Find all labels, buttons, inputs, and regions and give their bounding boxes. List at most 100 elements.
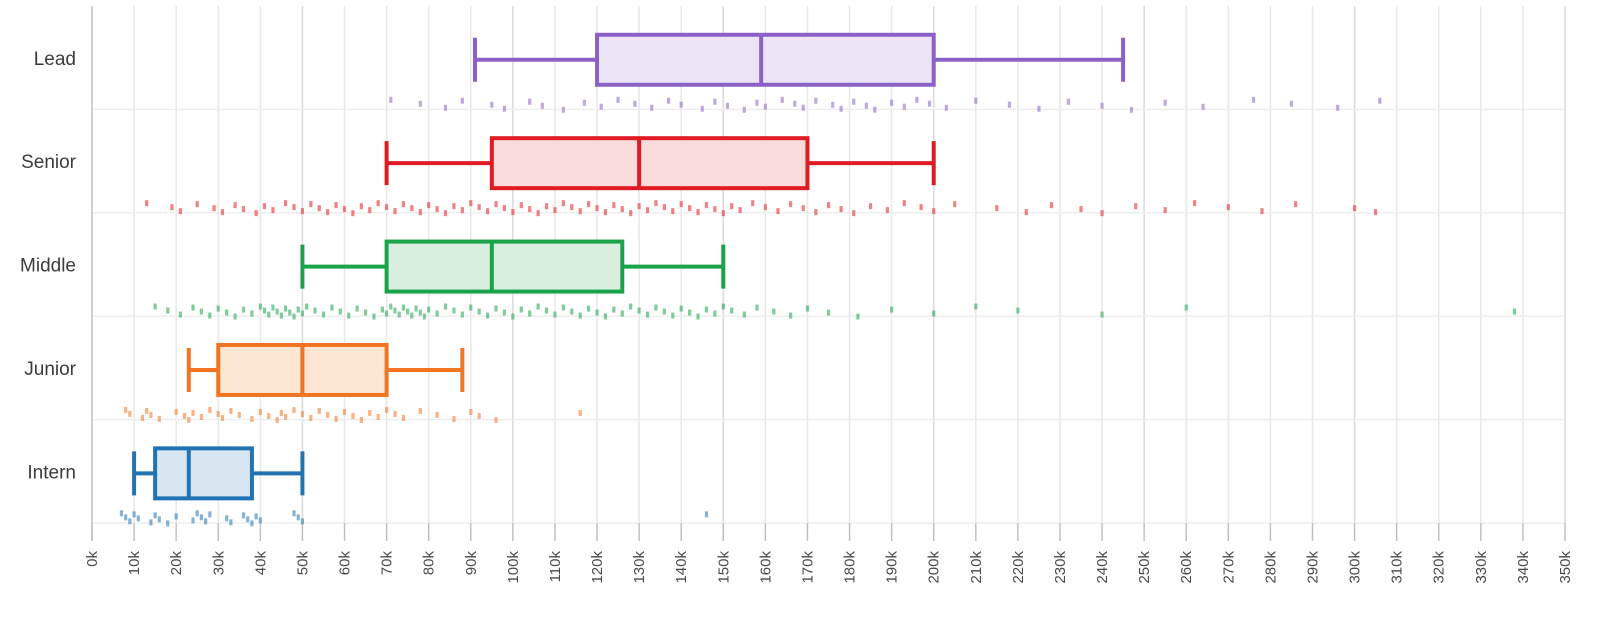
data-point: [679, 201, 683, 208]
data-point: [191, 517, 195, 524]
xtick-label-330k: 330k: [1473, 551, 1490, 584]
xtick-label-210k: 210k: [968, 551, 985, 584]
data-point: [199, 514, 204, 521]
data-point: [852, 210, 856, 217]
data-point: [1289, 100, 1294, 107]
data-point: [389, 303, 393, 310]
data-point: [826, 202, 831, 209]
data-point: [418, 309, 422, 316]
data-point: [275, 416, 279, 423]
box-group-intern[interactable]: [132, 446, 305, 501]
data-point: [1251, 96, 1256, 103]
data-point: [595, 309, 599, 316]
data-point: [153, 512, 157, 519]
data-point: [995, 205, 999, 212]
box-lead[interactable]: [595, 32, 936, 87]
data-point: [410, 312, 414, 319]
data-point: [418, 100, 422, 107]
xtick-label-100k: 100k: [505, 551, 522, 584]
data-point: [713, 206, 717, 213]
data-point: [704, 511, 709, 518]
data-point: [780, 96, 784, 103]
data-point: [587, 305, 591, 312]
data-point: [246, 516, 250, 523]
data-point: [587, 201, 591, 208]
data-point: [178, 208, 182, 215]
category-label-middle: Middle: [20, 256, 76, 277]
data-point: [814, 97, 818, 104]
point-strip-lead: [389, 96, 1382, 113]
data-point: [427, 306, 431, 313]
data-point: [919, 204, 923, 211]
data-point: [359, 416, 363, 423]
box-group-middle[interactable]: [300, 239, 726, 294]
data-point: [317, 205, 321, 212]
data-point: [254, 210, 258, 217]
box-group-senior[interactable]: [384, 136, 936, 191]
data-point: [174, 408, 178, 415]
data-point: [536, 303, 540, 310]
data-point: [519, 202, 523, 209]
data-point: [372, 313, 376, 320]
data-point: [890, 99, 894, 106]
data-point: [927, 100, 932, 107]
data-point: [443, 104, 448, 111]
data-point: [401, 201, 406, 208]
data-point: [136, 515, 140, 522]
data-point: [612, 306, 616, 313]
data-point: [401, 304, 406, 311]
box-middle[interactable]: [384, 239, 625, 294]
data-point: [814, 209, 818, 216]
data-point: [662, 204, 666, 211]
xtick-label-40k: 40k: [252, 551, 269, 576]
xtick-label-200k: 200k: [926, 551, 943, 584]
xtick-label-90k: 90k: [463, 551, 480, 576]
data-point: [225, 309, 229, 316]
data-point: [885, 207, 890, 214]
box-senior[interactable]: [489, 136, 810, 191]
data-point: [873, 106, 877, 113]
data-point: [730, 203, 734, 210]
data-point: [772, 308, 776, 315]
point-strip-middle: [153, 303, 1517, 320]
data-point: [422, 313, 427, 320]
data-point: [1260, 208, 1264, 215]
data-point: [178, 311, 182, 318]
data-point: [326, 209, 330, 216]
xtick-label-220k: 220k: [1010, 551, 1027, 584]
data-point: [317, 407, 321, 414]
data-point: [629, 210, 633, 217]
data-point: [1100, 210, 1104, 217]
chart-canvas: 0k 10k 20k 30k 40k 50k 60k 70k 80k 90k 100k 110k 120…: [20, 6, 1574, 584]
data-point: [406, 308, 410, 315]
data-point: [511, 209, 515, 216]
data-point: [486, 208, 490, 215]
data-point: [654, 304, 658, 311]
data-point: [789, 312, 793, 319]
data-point: [258, 303, 262, 310]
data-point: [443, 303, 448, 310]
data-point: [700, 105, 704, 112]
data-point: [220, 414, 225, 421]
data-point: [1374, 209, 1378, 216]
data-point: [544, 203, 549, 210]
data-point: [262, 307, 267, 314]
box-intern[interactable]: [153, 446, 254, 501]
data-point: [300, 208, 305, 215]
data-point: [363, 309, 368, 316]
data-point: [225, 515, 229, 522]
data-point: [742, 106, 746, 113]
box-group-lead[interactable]: [472, 32, 1126, 87]
data-point: [166, 520, 170, 527]
data-point: [839, 206, 843, 213]
data-point: [1066, 98, 1070, 105]
data-point: [1163, 99, 1167, 106]
data-point: [187, 416, 191, 423]
data-point: [704, 306, 709, 313]
data-point: [296, 306, 300, 313]
data-point: [267, 311, 271, 318]
data-point: [279, 312, 283, 319]
data-point: [149, 411, 153, 418]
box-group-junior[interactable]: [186, 342, 465, 397]
data-point: [578, 409, 582, 416]
